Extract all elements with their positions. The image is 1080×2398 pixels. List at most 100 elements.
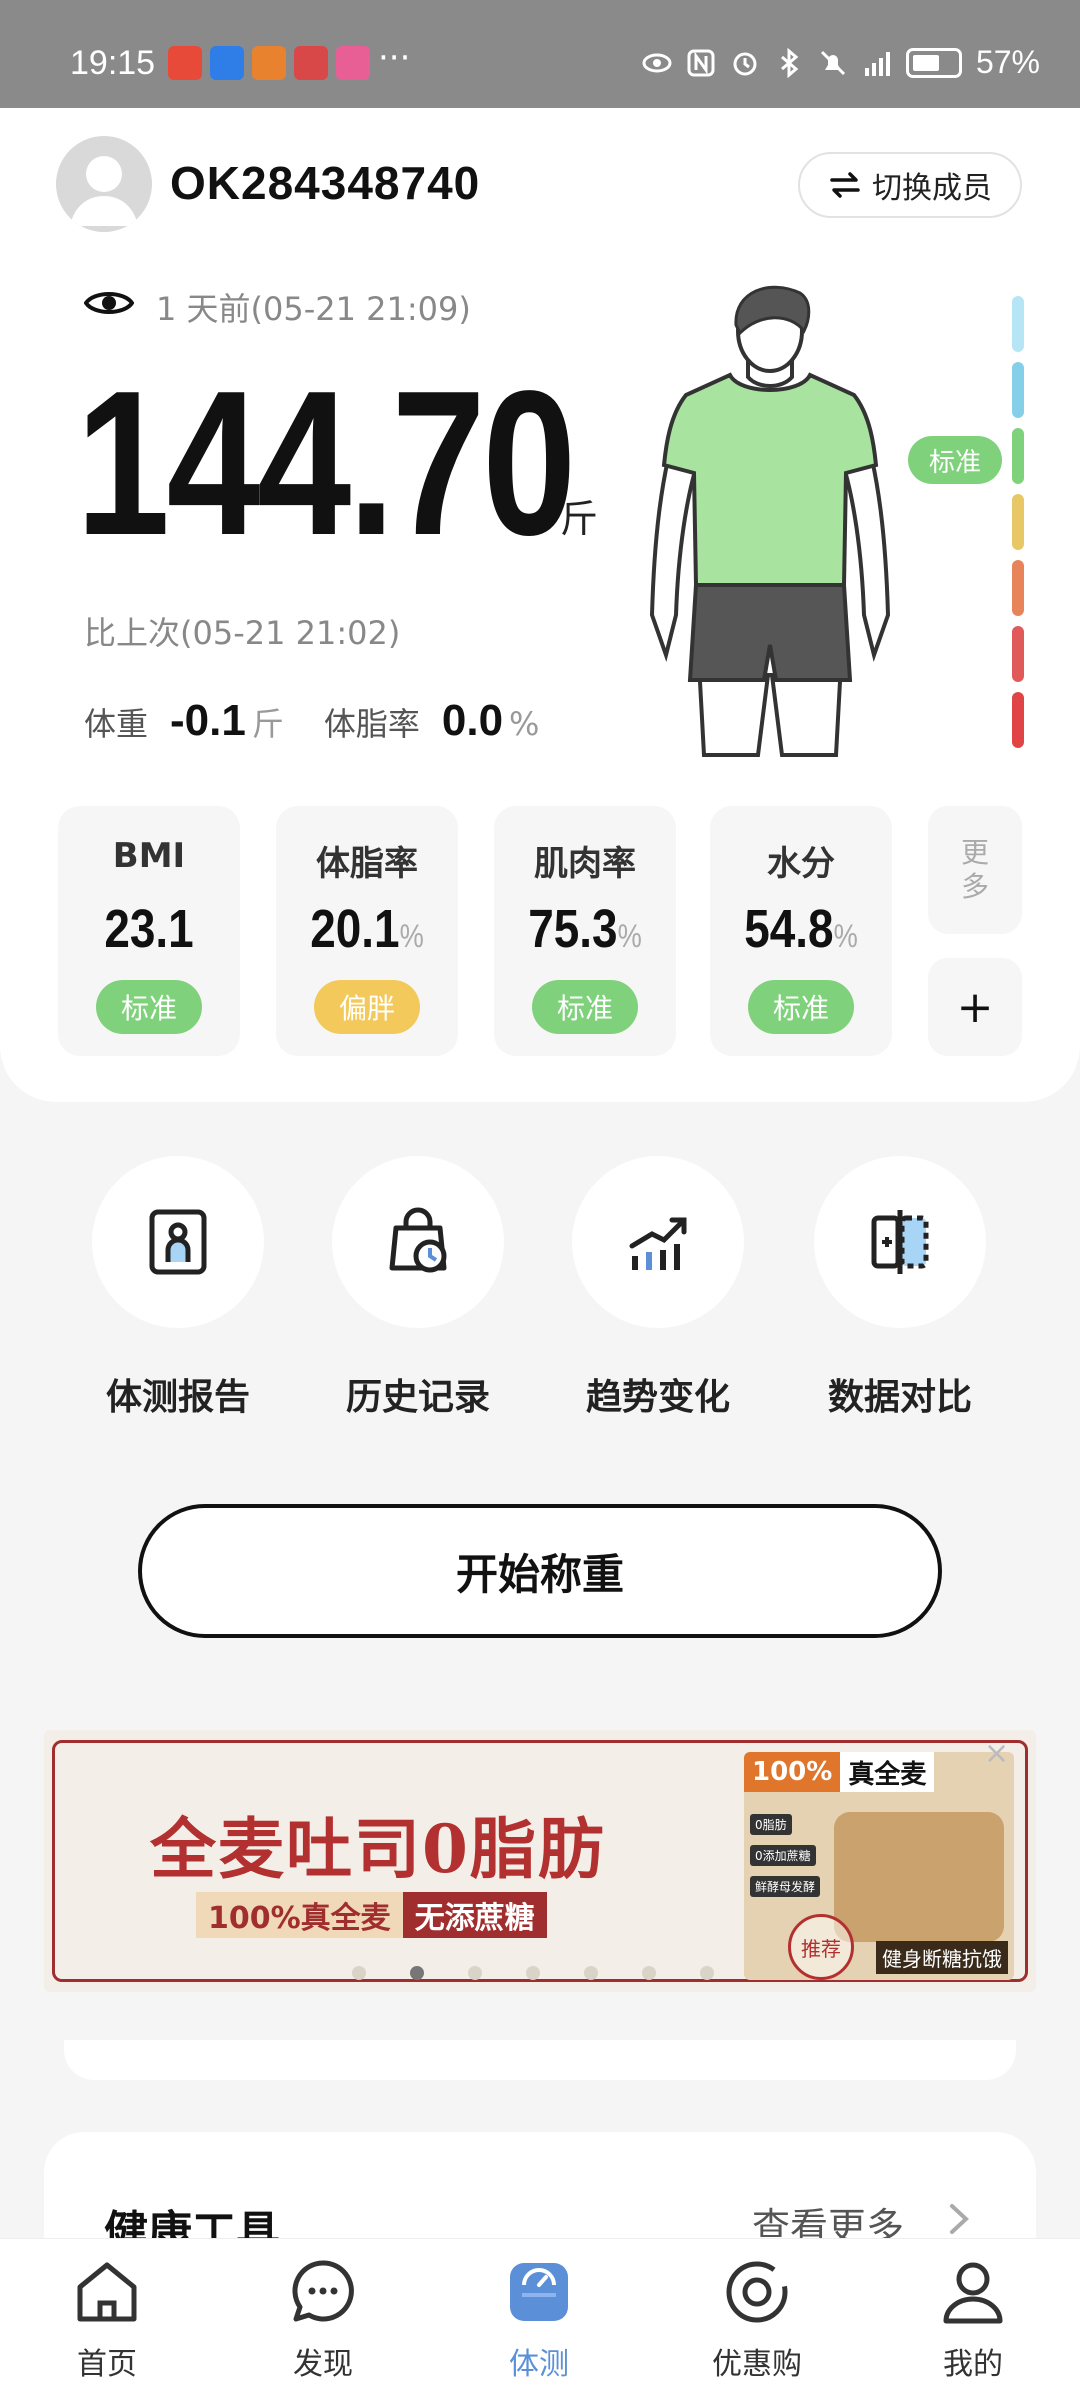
weight-value: 144.70 xyxy=(76,348,576,578)
metric-card-bmi[interactable]: BMI 23.1 标准 xyxy=(58,806,240,1056)
banner-subtitle: 100%真全麦 无添蔗糖 xyxy=(196,1892,547,1938)
battery-level: 57% xyxy=(975,44,1040,80)
metric-label: 肌肉率 xyxy=(534,844,636,884)
nav-label: 首页 xyxy=(77,2347,137,2382)
page-dot[interactable] xyxy=(700,1966,714,1980)
nav-home[interactable]: 首页 xyxy=(32,2257,182,2383)
banner-feature: 0脂肪 xyxy=(750,1814,792,1835)
quick-action-label: 历史记录 xyxy=(345,1377,490,1418)
ad-banner[interactable]: 全麦吐司0脂肪 100%真全麦 无添蔗糖 100% 真全麦 0脂肪 0添加蔗糖 … xyxy=(44,1730,1036,1992)
add-metric-button[interactable]: + xyxy=(928,958,1022,1056)
diff-weight-label: 体重 xyxy=(84,705,149,743)
scale-segment xyxy=(1012,692,1024,748)
app-notification-icon xyxy=(336,46,370,80)
bottom-navigation: 首页 发现 体测 优惠购 我的 xyxy=(0,2238,1080,2398)
eye-comfort-icon xyxy=(642,53,672,72)
metric-number: 75.3 xyxy=(528,899,618,959)
quick-action-label: 数据对比 xyxy=(827,1377,972,1418)
app-notification-icon xyxy=(168,46,202,80)
quick-action-report[interactable]: 体测报告 xyxy=(92,1156,264,1420)
banner-close-icon[interactable]: × xyxy=(984,1736,1009,1771)
page-dot[interactable] xyxy=(584,1966,598,1980)
username: OK284348740 xyxy=(170,157,481,209)
nav-label: 我的 xyxy=(943,2347,1003,2382)
deal-icon xyxy=(726,2261,788,2323)
metric-value: 20.1% xyxy=(290,898,445,960)
diff-fat-unit: % xyxy=(509,705,540,743)
banner-footer: 健身断糖抗饿 xyxy=(876,1941,1008,1974)
scale-segment xyxy=(1012,428,1024,484)
metric-status-badge: 标准 xyxy=(96,980,202,1034)
discover-icon xyxy=(292,2260,354,2322)
nav-deals[interactable]: 优惠购 xyxy=(682,2257,832,2383)
banner-sub-right: 无添蔗糖 xyxy=(402,1892,547,1938)
diff-fat-value: 0.0 xyxy=(441,696,504,745)
banner-sub-left: 100%真全麦 xyxy=(196,1892,403,1938)
compare-icon xyxy=(871,1210,929,1274)
nav-label: 优惠购 xyxy=(712,2347,802,2382)
scale-segment xyxy=(1012,560,1024,616)
metric-label: 水分 xyxy=(767,844,835,884)
scale-segment xyxy=(1012,494,1024,550)
more-metrics-button[interactable]: 更多 xyxy=(928,806,1022,934)
page-dot[interactable] xyxy=(352,1966,366,1980)
banner-feature: 鲜酵母发酵 xyxy=(750,1876,821,1897)
alipay-icon xyxy=(210,46,244,80)
metric-value: 23.1 xyxy=(72,898,227,960)
banner-pagination xyxy=(352,1966,714,1980)
trend-icon-circle xyxy=(572,1156,744,1328)
history-icon xyxy=(389,1207,447,1273)
scale-icon xyxy=(510,2263,568,2321)
body-status-badge: 标准 xyxy=(908,436,1002,484)
banner-tag-right: 真全麦 xyxy=(840,1752,935,1792)
eye-icon[interactable] xyxy=(84,286,134,320)
status-bar: 19:15 ··· 57% xyxy=(0,0,1080,108)
metric-number: 20.1 xyxy=(310,899,400,959)
compare-icon-circle xyxy=(814,1156,986,1328)
nav-profile[interactable]: 我的 xyxy=(898,2257,1048,2383)
trend-icon xyxy=(629,1217,687,1270)
swap-arrows-icon xyxy=(830,172,860,198)
recommend-stamp: 推荐 xyxy=(788,1914,854,1980)
diff-row: 体重 -0.1 斤 体脂率 0.0 % xyxy=(84,696,579,746)
avatar[interactable] xyxy=(56,136,152,232)
app-notification-icon xyxy=(294,46,328,80)
metric-value: 75.3% xyxy=(508,898,663,960)
status-time: 19:15 xyxy=(70,44,156,82)
last-measure-time: 1 天前(05-21 21:09) xyxy=(156,290,471,328)
metric-unit: % xyxy=(399,918,424,954)
banner-tag: 100% 真全麦 xyxy=(744,1752,935,1792)
nfc-icon xyxy=(687,49,715,76)
section-divider xyxy=(64,2040,1016,2080)
profile-icon xyxy=(943,2262,1003,2324)
more-label: 更多 xyxy=(960,836,989,903)
start-weighing-button[interactable]: 开始称重 xyxy=(138,1504,942,1638)
page-dot-active[interactable] xyxy=(410,1966,424,1980)
banner-product-image: 100% 真全麦 0脂肪 0添加蔗糖 鲜酵母发酵 推荐 健身断糖抗饿 xyxy=(744,1752,1014,1980)
page-dot[interactable] xyxy=(468,1966,482,1980)
metric-card-water[interactable]: 水分 54.8% 标准 xyxy=(710,806,892,1056)
metric-card-muscle[interactable]: 肌肉率 75.3% 标准 xyxy=(494,806,676,1056)
metric-status-badge: 标准 xyxy=(748,980,854,1034)
quick-action-history[interactable]: 历史记录 xyxy=(332,1156,504,1420)
switch-member-button[interactable]: 切换成员 xyxy=(798,152,1022,218)
quick-action-trend[interactable]: 趋势变化 xyxy=(572,1156,744,1420)
nav-label: 体测 xyxy=(509,2347,569,2382)
page-dot[interactable] xyxy=(642,1966,656,1980)
scale-segment xyxy=(1012,626,1024,682)
chevron-right-icon[interactable] xyxy=(948,2202,970,2236)
scale-segment xyxy=(1012,362,1024,418)
diff-weight-unit: 斤 xyxy=(251,705,284,743)
nav-discover[interactable]: 发现 xyxy=(248,2257,398,2383)
page-dot[interactable] xyxy=(526,1966,540,1980)
metric-label: BMI xyxy=(112,836,186,876)
nav-measure[interactable]: 体测 xyxy=(464,2257,614,2383)
diff-fat-label: 体脂率 xyxy=(323,705,420,743)
quick-action-compare[interactable]: 数据对比 xyxy=(814,1156,986,1420)
bread-illustration xyxy=(834,1812,1004,1942)
banner-tag-left: 100% xyxy=(744,1752,841,1792)
metric-card-body-fat[interactable]: 体脂率 20.1% 偏胖 xyxy=(276,806,458,1056)
metric-unit: % xyxy=(833,918,858,954)
quick-action-label: 趋势变化 xyxy=(585,1377,730,1418)
quick-action-label: 体测报告 xyxy=(105,1377,250,1418)
